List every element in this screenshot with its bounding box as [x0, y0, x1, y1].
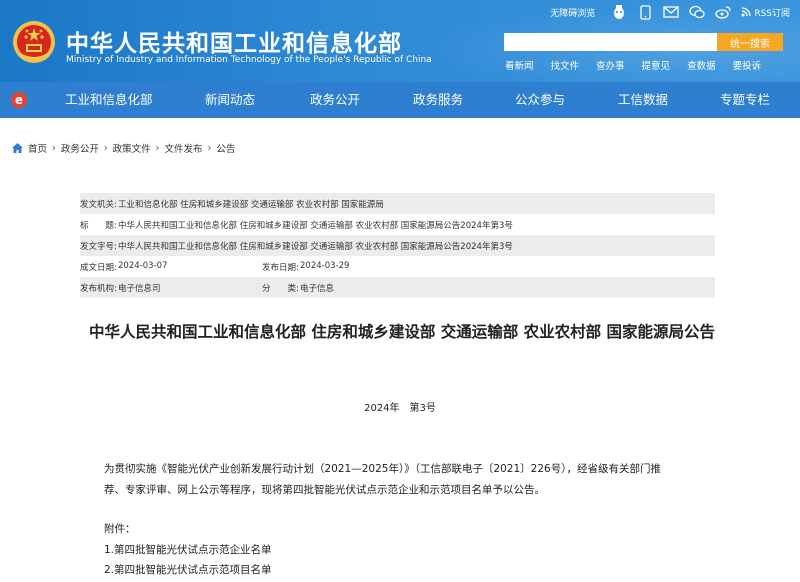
main-nav: e 工业和信息化部 新闻动态 政务公开 政务服务 公众参与 工信数据 专题专栏	[0, 82, 800, 118]
info-row-doc-no: 发文字号: 中华人民共和国工业和信息化部 住房和城乡建设部 交通运输部 农业农村…	[80, 235, 715, 256]
breadcrumb-separator: ›	[103, 142, 108, 154]
quick-links: 看新闻 找文件 查办事 提意见 查数据 要投诉	[505, 58, 761, 72]
breadcrumb-policy-files[interactable]: 政策文件	[113, 141, 151, 155]
site-subtitle: Ministry of Industry and Information Tec…	[66, 55, 432, 65]
document-number: 2024年 第3号	[364, 403, 436, 414]
category-value: 电子信息	[300, 283, 335, 294]
mascot-icon[interactable]	[611, 4, 627, 20]
published-date-cell: 发布日期: 2024-03-29	[262, 261, 349, 273]
doc-no-value: 中华人民共和国工业和信息化部 住房和城乡建设部 交通运输部 农业农村部 国家能源…	[118, 241, 513, 252]
weibo-icon[interactable]	[715, 4, 731, 20]
nav-item-miit[interactable]: 工业和信息化部	[65, 82, 153, 118]
breadcrumb: 首页 › 政务公开 › 政策文件 › 文件发布 › 公告	[12, 141, 235, 155]
top-toolbar: 无障碍浏览 RSS订阅	[550, 3, 790, 21]
attachment-link-1[interactable]: 1.第四批智能光伏试点示范企业名单	[104, 540, 272, 561]
nav-item-data[interactable]: 工信数据	[618, 82, 668, 118]
accessible-browse-link[interactable]: 无障碍浏览	[550, 6, 595, 19]
breadcrumb-separator: ›	[52, 142, 56, 154]
attachments-label: 附件：	[104, 523, 136, 535]
category-cell: 分 类: 电子信息	[262, 282, 334, 294]
nav-item-gov-affairs[interactable]: 政务公开	[310, 82, 360, 118]
search-input[interactable]	[504, 33, 717, 51]
breadcrumb-separator: ›	[155, 142, 160, 154]
e-logo-icon[interactable]: e	[10, 91, 28, 109]
info-row-title: 标 题: 中华人民共和国工业和信息化部 住房和城乡建设部 交通运输部 农业农村部…	[80, 214, 715, 235]
quick-link-services[interactable]: 查办事	[596, 58, 625, 72]
mail-icon[interactable]	[663, 4, 679, 20]
doc-no-label: 发文字号:	[80, 241, 117, 252]
issuer-value: 工业和信息化部 住房和城乡建设部 交通运输部 农业农村部 国家能源局	[118, 199, 384, 210]
document-title: 中华人民共和国工业和信息化部 住房和城乡建设部 交通运输部 农业农村部 国家能源…	[88, 323, 716, 341]
quick-link-news[interactable]: 看新闻	[505, 58, 534, 72]
rss-label: RSS订阅	[754, 8, 790, 19]
info-row-issuer: 发文机关: 工业和信息化部 住房和城乡建设部 交通运输部 农业农村部 国家能源局	[80, 193, 715, 214]
document-body: 为贯彻实施《智能光伏产业创新发展行动计划（2021—2025年）》（工信部联电子…	[104, 459, 664, 501]
written-date-value: 2024-03-07	[118, 260, 168, 271]
nav-item-participation[interactable]: 公众参与	[515, 82, 565, 118]
site-title[interactable]: 中华人民共和国工业和信息化部	[66, 24, 402, 58]
issuer-label: 发文机关:	[80, 199, 117, 210]
nav-item-gov-services[interactable]: 政务服务	[413, 82, 463, 118]
info-row-org: 发布机构: 电子信息司 分 类: 电子信息	[80, 277, 715, 298]
title-label: 标 题:	[80, 220, 117, 231]
breadcrumb-separator: ›	[207, 142, 212, 154]
quick-link-complain[interactable]: 要投诉	[733, 58, 762, 72]
breadcrumb-announcement[interactable]: 公告	[216, 141, 235, 155]
site-header: 中华人民共和国工业和信息化部 Ministry of Industry and …	[0, 0, 800, 82]
rss-link[interactable]: RSS订阅	[741, 6, 790, 19]
breadcrumb-gov-affairs[interactable]: 政务公开	[61, 141, 99, 155]
org-cell: 发布机构: 电子信息司	[80, 282, 262, 294]
attachments: 附件： 1.第四批智能光伏试点示范企业名单 2.第四批智能光伏试点示范项目名单	[104, 519, 272, 581]
quick-link-suggest[interactable]: 提意见	[642, 58, 671, 72]
breadcrumb-file-release[interactable]: 文件发布	[164, 141, 202, 155]
nav-item-topics[interactable]: 专题专栏	[720, 82, 770, 118]
title-value: 中华人民共和国工业和信息化部 住房和城乡建设部 交通运输部 农业农村部 国家能源…	[118, 220, 513, 231]
search-button[interactable]: 统一搜索	[717, 33, 783, 51]
written-date-label: 成文日期:	[80, 262, 117, 273]
attachment-link-2[interactable]: 2.第四批智能光伏试点示范项目名单	[104, 560, 272, 581]
breadcrumb-home[interactable]: 首页	[28, 141, 47, 155]
written-date-cell: 成文日期: 2024-03-07	[80, 261, 262, 273]
org-value: 电子信息司	[118, 283, 161, 294]
document-paragraph: 为贯彻实施《智能光伏产业创新发展行动计划（2021—2025年）》（工信部联电子…	[104, 463, 661, 496]
quick-link-data[interactable]: 查数据	[687, 58, 716, 72]
published-date-label: 发布日期:	[262, 262, 299, 273]
quick-link-files[interactable]: 找文件	[551, 58, 580, 72]
org-label: 发布机构:	[80, 283, 117, 294]
national-emblem-icon[interactable]	[12, 20, 56, 64]
svg-text:e: e	[15, 93, 23, 107]
document-info-table: 发文机关: 工业和信息化部 住房和城乡建设部 交通运输部 农业农村部 国家能源局…	[80, 193, 715, 298]
mobile-icon[interactable]	[637, 4, 653, 20]
info-row-dates: 成文日期: 2024-03-07 发布日期: 2024-03-29	[80, 256, 715, 277]
rss-icon	[741, 7, 751, 17]
wechat-icon[interactable]	[689, 4, 705, 20]
category-label: 分 类:	[262, 283, 299, 294]
published-date-value: 2024-03-29	[300, 260, 350, 271]
nav-item-news[interactable]: 新闻动态	[205, 82, 255, 118]
home-icon	[12, 143, 23, 153]
